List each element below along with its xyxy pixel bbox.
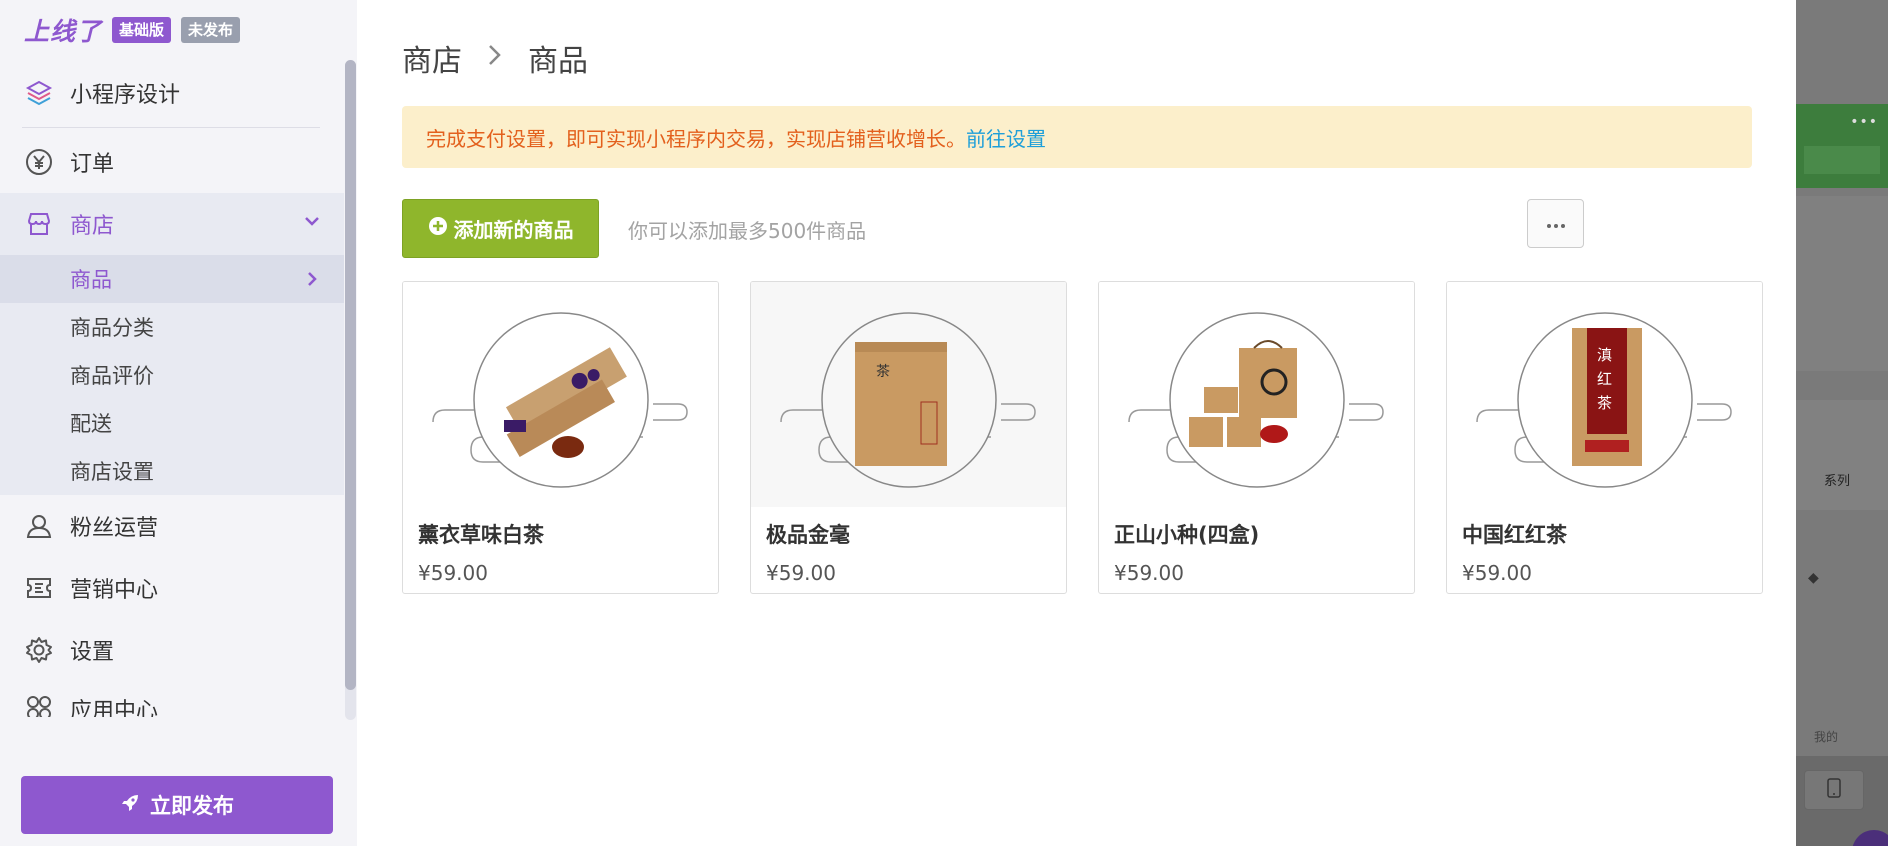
sidebar-subitem-categories[interactable]: 商品分类	[0, 303, 344, 351]
main-content: 商店 商品 完成支付设置，即可实现小程序内交易，实现店铺营收增长。 前往设置 添…	[357, 0, 1796, 846]
product-card[interactable]: 正山小种(四盒) ¥59.00	[1098, 281, 1415, 594]
preview-series-label: 系列	[1824, 474, 1851, 489]
preview-panel: ••• 系列 ◆ 我的	[1796, 0, 1888, 846]
product-name: 极品金毫	[766, 523, 850, 547]
sidebar-scrollbar[interactable]	[345, 60, 356, 720]
apps-icon	[24, 693, 54, 717]
preview-banner	[1796, 196, 1888, 371]
ticket-icon	[24, 573, 54, 603]
svg-text:茶: 茶	[1597, 394, 1612, 412]
status-badge: 未发布	[181, 17, 241, 43]
svg-text:滇: 滇	[1597, 346, 1612, 364]
sidebar-subitem-products[interactable]: 商品	[0, 255, 344, 303]
product-card[interactable]: 薰衣草味白茶 ¥59.00	[402, 281, 719, 594]
yen-circle-icon	[24, 147, 54, 177]
sidebar-item-design[interactable]: 小程序设计	[0, 62, 344, 124]
sidebar-subitem-label: 配送	[70, 412, 112, 436]
plus-circle-icon	[428, 216, 448, 241]
sidebar-subitem-store-settings[interactable]: 商店设置	[0, 447, 344, 495]
layers-icon	[24, 78, 54, 108]
nav-divider	[22, 127, 320, 128]
edition-badge: 基础版	[112, 17, 172, 43]
product-price: ¥59.00	[766, 561, 836, 585]
phone-preview-button[interactable]	[1804, 770, 1864, 810]
sidebar-subitem-delivery[interactable]: 配送	[0, 399, 344, 447]
svg-text:茶: 茶	[876, 364, 890, 380]
phone-icon	[1827, 778, 1841, 802]
sidebar-item-label: 设置	[70, 640, 115, 665]
sidebar-item-settings[interactable]: 设置	[0, 619, 344, 681]
ellipsis-icon: •••	[1850, 114, 1878, 130]
sidebar-subitem-label: 商品分类	[70, 316, 154, 340]
sidebar-item-fans[interactable]: 粉丝运营	[0, 495, 344, 557]
store-group: 商店 商品 商品分类 商品评价 配送 商店设置	[0, 193, 344, 495]
sidebar-item-orders[interactable]: 订单	[0, 131, 344, 193]
breadcrumb-current: 商品	[528, 44, 588, 79]
sidebar: 上线了 基础版 未发布 小程序设计 订单 商店 商品 商品分类 商品评价 配送 …	[0, 0, 357, 846]
add-product-button[interactable]: 添加新的商品	[402, 199, 599, 258]
brand-logo: 上线了	[24, 17, 103, 46]
sidebar-item-apps[interactable]: 应用中心	[0, 681, 344, 717]
sidebar-item-label: 小程序设计	[70, 83, 181, 108]
sidebar-item-label: 营销中心	[70, 578, 159, 603]
rocket-icon	[120, 793, 140, 818]
product-card[interactable]: 茶 极品金毫 ¥59.00	[750, 281, 1067, 594]
product-image: 茶	[751, 282, 1066, 507]
product-card[interactable]: 滇 红 茶 中国红红茶 ¥59.00	[1446, 281, 1763, 594]
sidebar-item-label: 商店	[70, 214, 115, 239]
sidebar-item-marketing[interactable]: 营销中心	[0, 557, 344, 619]
preview-search-bar	[1804, 146, 1880, 174]
product-name: 中国红红茶	[1462, 523, 1567, 547]
sidebar-item-label: 应用中心	[70, 699, 159, 717]
product-image: 滇 红 茶	[1447, 282, 1762, 507]
sidebar-subitem-reviews[interactable]: 商品评价	[0, 351, 344, 399]
product-toolbar: 添加新的商品 你可以添加最多500件商品	[402, 199, 1737, 258]
sidebar-item-label: 订单	[70, 152, 115, 177]
brand: 上线了 基础版 未发布	[24, 14, 241, 46]
user-icon	[24, 511, 54, 541]
chevron-right-icon	[484, 41, 506, 76]
sidebar-subitem-label: 商品评价	[70, 364, 154, 388]
product-price: ¥59.00	[418, 561, 488, 585]
product-name: 正山小种(四盒)	[1114, 523, 1260, 547]
more-options-button[interactable]	[1527, 199, 1584, 248]
product-grid: 薰衣草味白茶 ¥59.00 茶 极品金毫 ¥59.00 正山小种(四盒) ¥59…	[402, 281, 1763, 594]
product-price: ¥59.00	[1114, 561, 1184, 585]
product-price: ¥59.00	[1462, 561, 1532, 585]
product-name: 薰衣草味白茶	[418, 523, 544, 547]
store-icon	[24, 209, 54, 239]
sidebar-item-store[interactable]: 商店	[0, 193, 344, 255]
product-image	[1099, 282, 1414, 507]
breadcrumb: 商店 商品	[402, 36, 588, 80]
gear-icon	[24, 635, 54, 665]
publish-button[interactable]: 立即发布	[21, 776, 333, 834]
alert-text: 完成支付设置，即可实现小程序内交易，实现店铺营收增长。	[426, 126, 966, 151]
chevron-right-icon	[302, 269, 322, 294]
sidebar-nav: 小程序设计 订单 商店 商品 商品分类 商品评价 配送 商店设置 粉丝运营 营销…	[0, 62, 344, 717]
diamond-icon: ◆	[1808, 570, 1819, 586]
add-product-label: 添加新的商品	[453, 218, 574, 242]
svg-text:红: 红	[1597, 370, 1612, 388]
publish-label: 立即发布	[150, 794, 234, 818]
chevron-down-icon	[302, 211, 322, 237]
product-limit-hint: 你可以添加最多500件商品	[628, 219, 867, 243]
sidebar-item-label: 粉丝运营	[70, 516, 159, 541]
sidebar-subitem-label: 商品	[70, 268, 112, 292]
preview-me-tab: 我的	[1814, 730, 1839, 744]
product-image	[403, 282, 718, 507]
sidebar-scroll-thumb[interactable]	[345, 60, 356, 690]
breadcrumb-parent[interactable]: 商店	[402, 36, 462, 80]
sidebar-subitem-label: 商店设置	[70, 460, 154, 484]
payment-alert: 完成支付设置，即可实现小程序内交易，实现店铺营收增长。 前往设置	[402, 106, 1752, 168]
ellipsis-icon	[1546, 214, 1566, 233]
preview-category	[1796, 400, 1888, 510]
alert-settings-link[interactable]: 前往设置	[966, 123, 1046, 152]
preview-header: •••	[1796, 104, 1888, 188]
